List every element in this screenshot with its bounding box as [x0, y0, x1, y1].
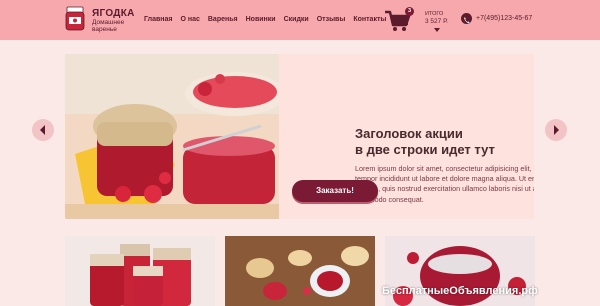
product-thumbnail-jars[interactable] [65, 236, 215, 306]
nav-item-home[interactable]: Главная [144, 16, 172, 23]
phone-icon [461, 13, 472, 24]
order-button[interactable]: Заказать! [292, 180, 378, 202]
nav-item-discounts[interactable]: Скидки [284, 16, 309, 23]
cart-total-label: ИТОГО [425, 11, 444, 17]
logo-subtitle: Домашнее варенье [92, 19, 125, 33]
slider-prev-button[interactable] [32, 119, 54, 141]
phone-number[interactable]: +7(495)123-45-67 [476, 15, 532, 22]
promo-description: Lorem ipsum dolor sit amet, consectetur … [355, 164, 534, 204]
nav-item-new[interactable]: Новинки [246, 16, 276, 23]
watermark: БесплатныеОбъявления.рф [382, 285, 538, 297]
nav-item-about[interactable]: О нас [180, 16, 199, 23]
promo-title: Заголовок акции в две строки идет тут [355, 126, 534, 158]
header-scallop-border [0, 34, 600, 44]
nav-item-jams[interactable]: Варенья [208, 16, 238, 23]
jam-jar-logo-icon[interactable] [64, 6, 86, 32]
slider-next-button[interactable] [545, 119, 567, 141]
chevron-right-icon [554, 125, 559, 135]
product-thumbnail-pastries[interactable] [225, 236, 375, 306]
cart-total-value[interactable]: 3 527 Р. [425, 18, 448, 25]
logo-title[interactable]: ЯГОДКА [92, 8, 135, 19]
cart-count-badge: 3 [405, 7, 414, 16]
nav-item-contacts[interactable]: Контакты [353, 16, 386, 23]
jam-jars-photo [65, 54, 279, 219]
main-nav: Главная О нас Варенья Новинки Скидки Отз… [144, 16, 386, 23]
nav-item-reviews[interactable]: Отзывы [317, 16, 346, 23]
chevron-down-icon[interactable] [434, 28, 440, 32]
chevron-left-icon [40, 125, 45, 135]
promo-title-text: Заголовок акции в две строки идет тут [355, 126, 495, 157]
